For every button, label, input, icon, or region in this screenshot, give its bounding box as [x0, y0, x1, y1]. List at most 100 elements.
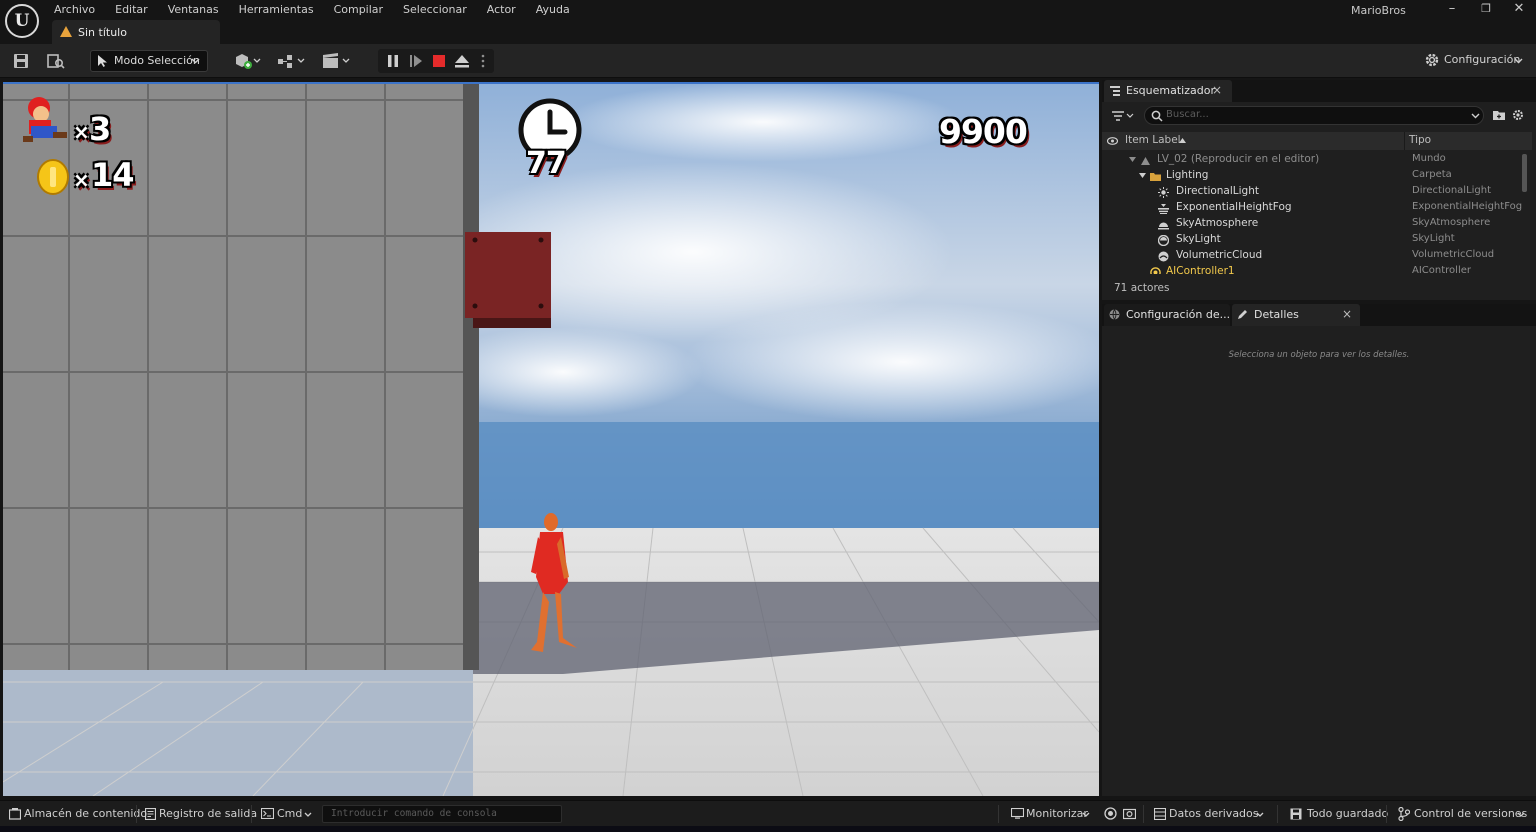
- mode-select-dropdown[interactable]: Modo Selección: [90, 50, 208, 72]
- tree-row-sky-light[interactable]: SkyLight SkyLight: [1102, 232, 1522, 248]
- menu-herramientas[interactable]: Herramientas: [229, 2, 324, 18]
- tree-row-world[interactable]: LV_02 (Reproducir en el editor) Mundo: [1102, 152, 1522, 168]
- restore-button[interactable]: ❐: [1474, 2, 1498, 18]
- close-tab-icon[interactable]: ×: [1342, 307, 1352, 321]
- outliner-tab-label: Esquematizador: [1126, 84, 1215, 97]
- save-icon[interactable]: [12, 52, 30, 70]
- world-settings-tab-label: Configuración de...: [1126, 308, 1231, 321]
- separator: [1277, 805, 1278, 823]
- chevron-down-icon: [304, 812, 312, 817]
- close-tab-icon[interactable]: ×: [1212, 83, 1222, 97]
- lives-multiplier: ×: [73, 120, 90, 144]
- timer-value: 77: [526, 146, 567, 181]
- add-actor-icon[interactable]: [233, 52, 263, 70]
- eject-icon[interactable]: [454, 54, 470, 68]
- menu-seleccionar[interactable]: Seleccionar: [393, 2, 477, 18]
- chevron-down-icon: [1082, 812, 1090, 817]
- col-type[interactable]: Tipo: [1409, 134, 1431, 146]
- separator: [1143, 805, 1144, 823]
- tree-row-sky-atmosphere[interactable]: SkyAtmosphere SkyAtmosphere: [1102, 216, 1522, 232]
- play-controls: [378, 49, 494, 73]
- tree-type: AIController: [1412, 265, 1471, 274]
- more-options-icon[interactable]: [480, 53, 486, 69]
- outliner-panel: Esquematizador × Buscar... Item Label Ti…: [1102, 80, 1536, 300]
- browse-content-icon[interactable]: [46, 52, 66, 70]
- stop-icon[interactable]: [432, 54, 446, 68]
- unreal-logo-icon[interactable]: U: [5, 4, 39, 38]
- level-document-tab[interactable]: Sin título: [52, 20, 220, 44]
- controller-icon: [1150, 267, 1161, 274]
- pause-icon[interactable]: [386, 54, 400, 68]
- content-drawer-icon: [9, 808, 21, 820]
- search-placeholder: Buscar...: [1166, 109, 1209, 120]
- content-browser-label: Almacén de contenido: [24, 807, 148, 820]
- tab-world-settings[interactable]: Configuración de...: [1104, 304, 1230, 326]
- menu-editar[interactable]: Editar: [105, 2, 158, 18]
- add-folder-icon[interactable]: [1493, 109, 1505, 121]
- outliner-scrollbar[interactable]: [1522, 154, 1527, 192]
- cinematics-icon[interactable]: [321, 52, 353, 70]
- console-command-input[interactable]: Introducir comando de consola: [322, 805, 562, 823]
- tree-row-height-fog[interactable]: ExponentialHeightFog ExponentialHeightFo…: [1102, 200, 1522, 216]
- fog-icon: [1158, 204, 1169, 214]
- title-bar: U Archivo Editar Ventanas Herramientas C…: [0, 0, 1536, 44]
- tree-type: ExponentialHeightFog: [1412, 201, 1522, 212]
- tab-details[interactable]: Detalles ×: [1232, 304, 1360, 326]
- menu-actor[interactable]: Actor: [477, 2, 526, 18]
- level-viewport[interactable]: × 3 × 14 77 9900: [3, 82, 1099, 796]
- filter-icon[interactable]: [1112, 111, 1134, 121]
- monitor-icon: [1011, 808, 1024, 819]
- os-taskbar-strip: [0, 826, 1536, 832]
- live-coding-icon[interactable]: [1104, 807, 1117, 820]
- expand-arrow-icon[interactable]: [1129, 157, 1136, 162]
- screenshot-icon[interactable]: [1123, 807, 1136, 820]
- monitor-label: Monitorizar: [1026, 807, 1088, 820]
- document-tab-label: Sin título: [78, 26, 127, 39]
- terminal-icon: [261, 808, 274, 819]
- outliner-search-input[interactable]: Buscar...: [1144, 106, 1484, 125]
- separator: [998, 805, 999, 823]
- tree-type: SkyAtmosphere: [1412, 217, 1491, 228]
- globe-icon: [1109, 309, 1120, 320]
- tree-row-lighting[interactable]: Lighting Carpeta: [1102, 168, 1522, 184]
- lives-count: 3: [89, 110, 111, 148]
- col-item-label[interactable]: Item Label: [1125, 134, 1181, 146]
- menu-ayuda[interactable]: Ayuda: [526, 2, 580, 18]
- chevron-down-icon: [1517, 812, 1525, 817]
- chevron-down-icon: [1471, 113, 1480, 119]
- source-control-icon: [1398, 807, 1410, 821]
- version-control-label: Control de versiones: [1414, 807, 1528, 820]
- details-empty-hint: Selecciona un objeto para ver los detall…: [1228, 350, 1410, 360]
- menu-compilar[interactable]: Compilar: [324, 2, 393, 18]
- minimize-button[interactable]: –: [1440, 2, 1464, 18]
- gear-icon[interactable]: [1512, 109, 1524, 121]
- gear-icon: [1425, 53, 1439, 67]
- outliner-tab-strip: Esquematizador ×: [1102, 80, 1536, 102]
- main-toolbar: Modo Selección Configuración: [0, 44, 1536, 78]
- settings-button[interactable]: Configuración: [1424, 52, 1523, 70]
- close-window-button[interactable]: ✕: [1507, 2, 1531, 18]
- menu-archivo[interactable]: Archivo: [44, 2, 105, 18]
- game-scene: [3, 82, 1099, 796]
- chevron-down-icon: [191, 58, 200, 64]
- derived-data-icon: [1154, 808, 1166, 820]
- tree-row-volumetric-cloud[interactable]: VolumetricCloud VolumetricCloud: [1102, 248, 1522, 264]
- tree-label: VolumetricCloud: [1176, 249, 1263, 261]
- expand-arrow-icon[interactable]: [1139, 173, 1146, 178]
- tree-row-ai-controller[interactable]: AIController1 AIController: [1102, 264, 1522, 274]
- tree-type: Mundo: [1412, 153, 1446, 164]
- menu-bar: Archivo Editar Ventanas Herramientas Com…: [44, 2, 580, 18]
- visibility-eye-icon[interactable]: [1107, 137, 1118, 145]
- mode-select-label: Modo Selección: [114, 54, 200, 67]
- output-log-icon: [145, 808, 156, 820]
- tree-type: VolumetricCloud: [1412, 249, 1495, 260]
- step-frame-icon[interactable]: [409, 54, 423, 68]
- blueprint-icon[interactable]: [276, 52, 308, 70]
- menu-ventanas[interactable]: Ventanas: [158, 2, 229, 18]
- warning-icon: [60, 26, 72, 37]
- coins-multiplier: ×: [73, 168, 90, 192]
- tab-outliner[interactable]: Esquematizador ×: [1104, 80, 1232, 102]
- column-divider[interactable]: [1404, 132, 1405, 150]
- tree-row-directional-light[interactable]: DirectionalLight DirectionalLight: [1102, 184, 1522, 200]
- project-name: MarioBros: [1351, 4, 1406, 17]
